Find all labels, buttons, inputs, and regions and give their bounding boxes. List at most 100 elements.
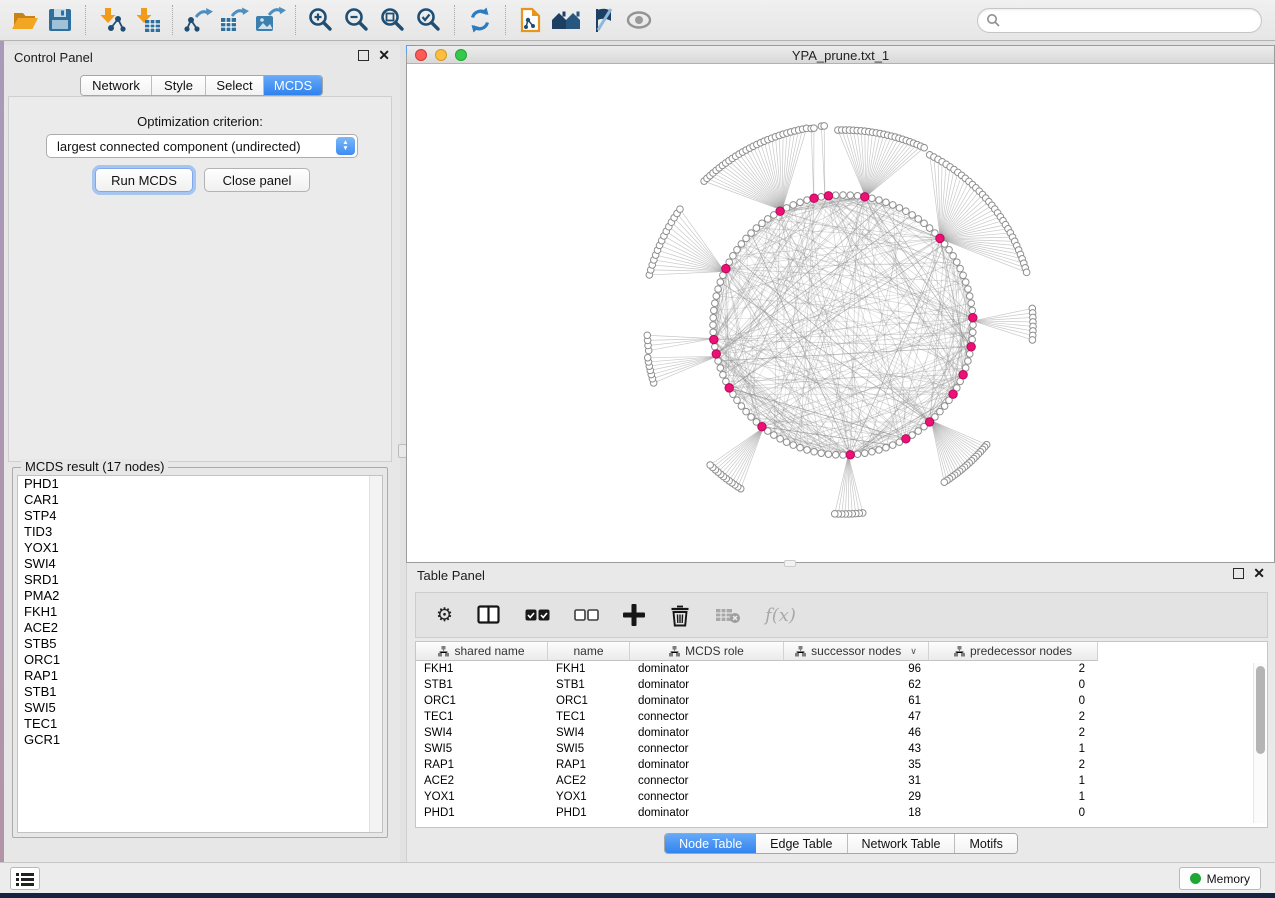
network-node[interactable] xyxy=(753,225,760,232)
delete-table-icon[interactable] xyxy=(715,606,741,624)
mcds-result-item[interactable]: PMA2 xyxy=(18,588,382,604)
tab-network-table[interactable]: Network Table xyxy=(848,834,956,854)
close-panel-icon[interactable]: ✕ xyxy=(378,50,390,61)
network-node[interactable] xyxy=(869,195,876,202)
tab-edge-table[interactable]: Edge Table xyxy=(756,834,847,854)
network-node[interactable] xyxy=(831,511,838,518)
network-node[interactable] xyxy=(738,403,745,410)
show-all-icon[interactable] xyxy=(621,3,657,37)
network-node[interactable] xyxy=(921,144,928,151)
network-node[interactable] xyxy=(854,193,861,200)
network-node[interactable] xyxy=(677,206,684,213)
mcds-result-item[interactable]: YOX1 xyxy=(18,540,382,556)
mcds-result-list[interactable]: PHD1CAR1STP4TID3YOX1SWI4SRD1PMA2FKH1ACE2… xyxy=(17,475,383,833)
table-row[interactable]: YOX1YOX1connector291 xyxy=(416,789,1267,805)
network-node[interactable] xyxy=(965,286,972,293)
network-node[interactable] xyxy=(953,259,960,266)
mcds-result-item[interactable]: FKH1 xyxy=(18,604,382,620)
network-node[interactable] xyxy=(909,212,916,219)
network-node[interactable] xyxy=(969,336,976,343)
mcds-node[interactable] xyxy=(902,435,910,443)
column-header-name[interactable]: name xyxy=(548,642,630,661)
open-session-icon[interactable] xyxy=(6,3,42,37)
network-node[interactable] xyxy=(717,279,724,286)
network-node[interactable] xyxy=(748,230,755,237)
float-panel-icon[interactable] xyxy=(1233,568,1244,579)
search-input[interactable] xyxy=(1001,11,1261,31)
zoom-out-icon[interactable] xyxy=(339,3,375,37)
new-network-from-selection-icon[interactable] xyxy=(513,3,549,37)
table-scrollbar[interactable] xyxy=(1253,663,1266,823)
network-node[interactable] xyxy=(915,216,922,223)
tab-network[interactable]: Network xyxy=(81,76,152,95)
list-scrollbar[interactable] xyxy=(369,476,382,832)
mcds-result-item[interactable]: SWI5 xyxy=(18,700,382,716)
mcds-node[interactable] xyxy=(969,314,977,322)
search-field[interactable] xyxy=(977,8,1262,33)
network-node[interactable] xyxy=(965,358,972,365)
network-node[interactable] xyxy=(743,235,750,242)
close-panel-button[interactable]: Close panel xyxy=(204,168,310,192)
memory-button[interactable]: Memory xyxy=(1179,867,1261,890)
network-node[interactable] xyxy=(1023,269,1030,276)
network-node[interactable] xyxy=(903,208,910,215)
network-node[interactable] xyxy=(790,202,797,209)
network-node[interactable] xyxy=(941,403,948,410)
network-node[interactable] xyxy=(734,397,741,404)
network-node[interactable] xyxy=(644,332,651,339)
mcds-result-item[interactable]: SRD1 xyxy=(18,572,382,588)
network-node[interactable] xyxy=(937,408,944,415)
delete-column-icon[interactable] xyxy=(669,604,691,627)
add-column-icon[interactable] xyxy=(623,604,645,626)
close-panel-icon[interactable]: ✕ xyxy=(1253,568,1265,579)
network-node[interactable] xyxy=(797,444,804,451)
import-table-icon[interactable] xyxy=(129,3,165,37)
network-node[interactable] xyxy=(748,414,755,421)
network-node[interactable] xyxy=(854,451,861,458)
mcds-node[interactable] xyxy=(824,192,832,200)
table-row[interactable]: STB1STB1dominator620 xyxy=(416,677,1267,693)
select-all-icon[interactable] xyxy=(525,608,550,622)
run-mcds-button[interactable]: Run MCDS xyxy=(95,168,193,192)
mcds-node[interactable] xyxy=(861,193,869,201)
export-image-icon[interactable] xyxy=(252,3,288,37)
network-node[interactable] xyxy=(969,307,976,314)
network-node[interactable] xyxy=(743,408,750,415)
network-node[interactable] xyxy=(883,199,890,206)
criterion-dropdown[interactable]: largest connected component (undirected)… xyxy=(46,134,358,158)
network-node[interactable] xyxy=(734,246,741,253)
network-node[interactable] xyxy=(818,194,825,201)
mcds-result-item[interactable]: TID3 xyxy=(18,524,382,540)
import-network-icon[interactable] xyxy=(93,3,129,37)
network-node[interactable] xyxy=(941,479,948,486)
network-node[interactable] xyxy=(715,286,722,293)
network-node[interactable] xyxy=(790,442,797,449)
network-node[interactable] xyxy=(804,197,811,204)
mcds-node[interactable] xyxy=(810,194,818,202)
table-row[interactable]: SWI4SWI4dominator462 xyxy=(416,725,1267,741)
network-node[interactable] xyxy=(960,272,967,279)
network-node[interactable] xyxy=(962,279,969,286)
mcds-result-item[interactable]: ORC1 xyxy=(18,652,382,668)
mcds-result-item[interactable]: CAR1 xyxy=(18,492,382,508)
zoom-in-icon[interactable] xyxy=(303,3,339,37)
table-row[interactable]: SWI5SWI5connector431 xyxy=(416,741,1267,757)
network-node[interactable] xyxy=(915,428,922,435)
column-header-shared-name[interactable]: shared name xyxy=(416,642,548,661)
mcds-result-item[interactable]: STP4 xyxy=(18,508,382,524)
table-row[interactable]: ORC1ORC1dominator610 xyxy=(416,693,1267,709)
export-table-icon[interactable] xyxy=(216,3,252,37)
network-node[interactable] xyxy=(861,450,868,457)
mcds-node[interactable] xyxy=(949,390,957,398)
network-node[interactable] xyxy=(840,192,847,199)
hide-selected-icon[interactable] xyxy=(585,3,621,37)
export-network-icon[interactable] xyxy=(180,3,216,37)
network-node[interactable] xyxy=(759,220,766,227)
network-node[interactable] xyxy=(804,447,811,454)
network-node[interactable] xyxy=(876,447,883,454)
network-node[interactable] xyxy=(783,439,790,446)
show-columns-icon[interactable] xyxy=(477,605,501,625)
mcds-node[interactable] xyxy=(758,422,766,430)
network-node[interactable] xyxy=(811,448,818,455)
network-node[interactable] xyxy=(730,253,737,260)
